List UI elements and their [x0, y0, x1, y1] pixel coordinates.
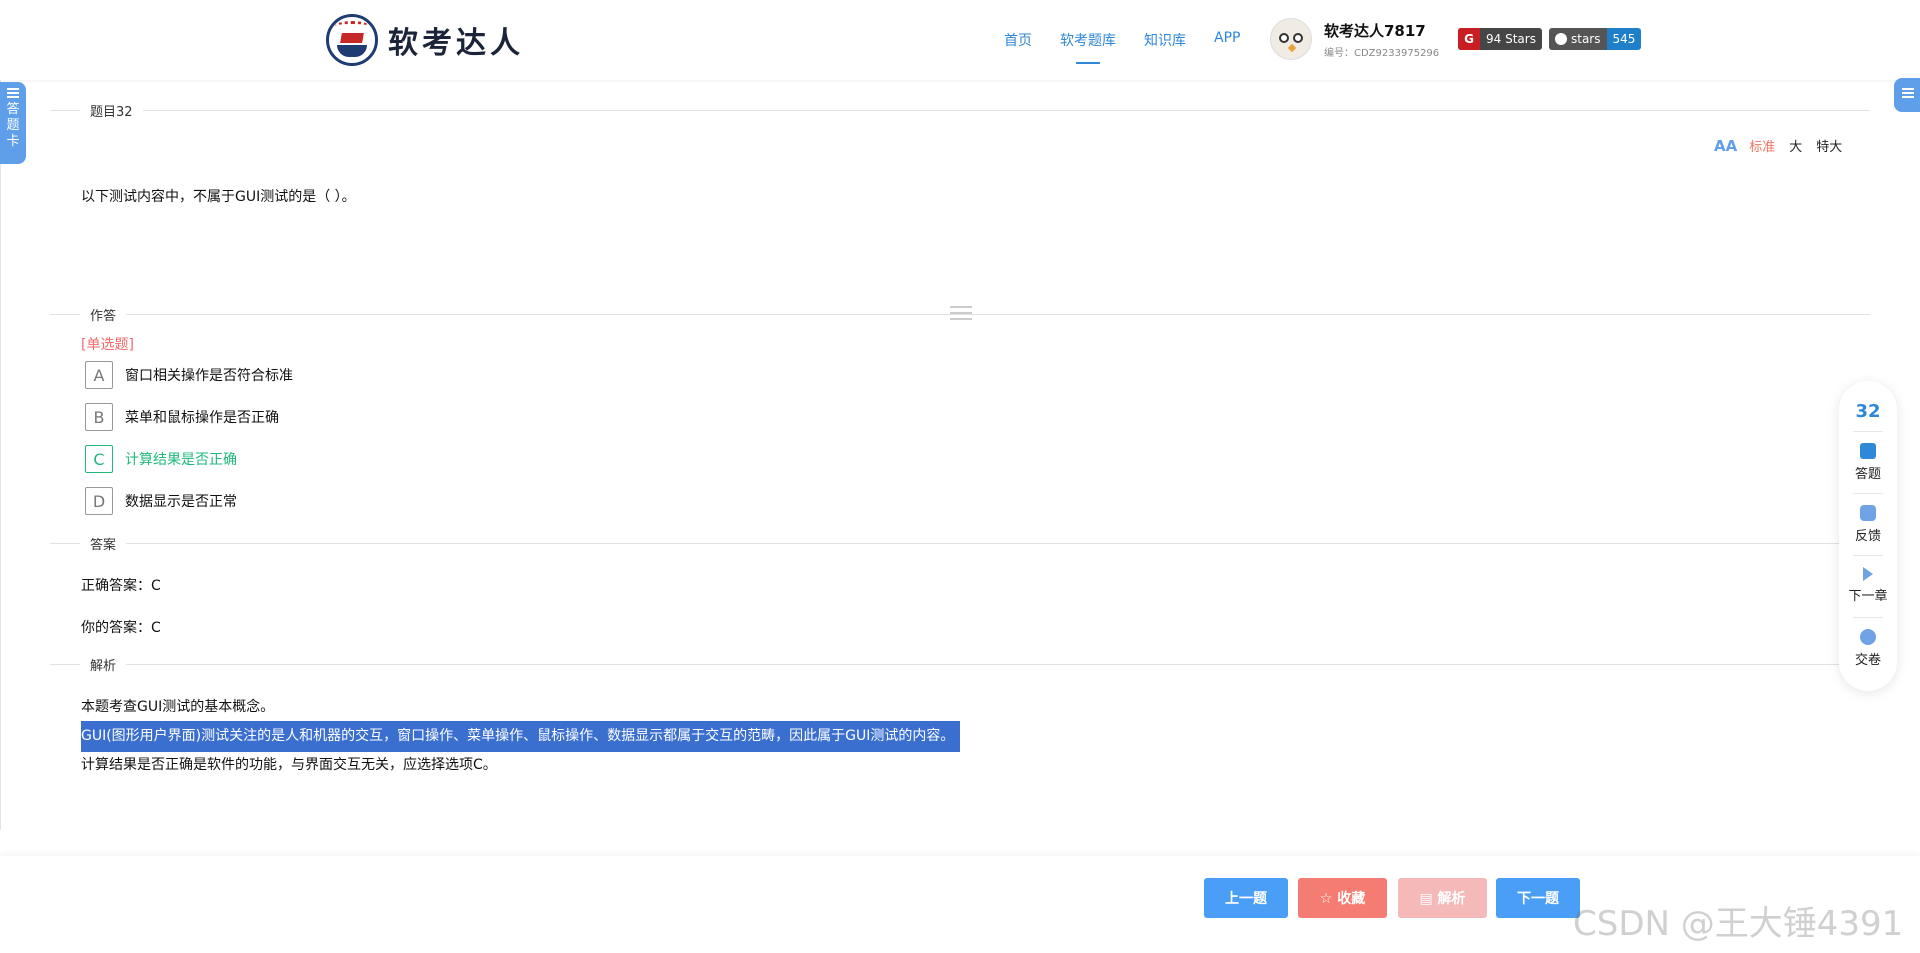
option-text: 数据显示是否正常 [125, 494, 237, 510]
nav-knowledge[interactable]: 知识库 [1144, 30, 1186, 50]
floating-toolbar: 32 答题 反馈 下一章 交卷 [1839, 381, 1897, 691]
feedback-button[interactable]: 反馈 [1839, 505, 1897, 544]
analysis-section-label: 解析 [80, 655, 127, 674]
question-text: 以下测试内容中，不属于GUI测试的是（ ）。 [81, 189, 356, 205]
analysis-line: 计算结果是否正确是软件的功能，与界面交互无关，应选择选项C。 [81, 757, 497, 773]
github-label: stars [1571, 32, 1601, 46]
answer-button[interactable]: 答题 [1839, 443, 1897, 482]
gitee-stars-badge[interactable]: G 94 Stars [1458, 28, 1542, 50]
submit-icon [1860, 629, 1876, 645]
question-type: [单选题] [81, 337, 134, 353]
answer-card-tab[interactable]: 答题卡 [0, 82, 26, 164]
option-a[interactable]: A 窗口相关操作是否符合标准 [85, 361, 293, 389]
divider [50, 664, 1870, 665]
option-c[interactable]: C 计算结果是否正确 [85, 445, 237, 473]
answer-card-label: 答题卡 [6, 102, 20, 149]
content-left-border [0, 80, 1, 830]
question-section-label: 题目32 [80, 101, 143, 120]
font-size-standard[interactable]: 标准 [1749, 136, 1775, 155]
nav-app[interactable]: APP [1214, 30, 1240, 50]
option-text: 计算结果是否正确 [125, 452, 237, 468]
avatar[interactable] [1270, 18, 1312, 60]
user-id: 编号：CDZ9233975296 [1324, 47, 1440, 59]
option-key: C [85, 445, 113, 473]
font-size-large[interactable]: 大 [1789, 136, 1802, 155]
prev-question-button[interactable]: 上一题 [1204, 878, 1288, 918]
nav-home[interactable]: 首页 [1004, 30, 1032, 50]
analysis-button[interactable]: ▤ 解析 [1398, 878, 1487, 918]
divider [50, 543, 1870, 544]
github-count: 545 [1606, 28, 1642, 50]
gitee-icon: G [1458, 28, 1480, 50]
current-question-number: 32 [1855, 401, 1881, 422]
right-menu-tab[interactable] [1894, 78, 1920, 112]
analysis-line: 本题考查GUI测试的基本概念。 [81, 699, 275, 715]
drag-handle[interactable] [950, 306, 972, 320]
next-chapter-icon [1863, 567, 1873, 581]
font-size-switcher: AA 标准 大 特大 [1714, 136, 1856, 156]
nav-question-bank[interactable]: 软考题库 [1060, 30, 1116, 64]
user-name: 软考达人7817 [1324, 21, 1426, 40]
answer-icon [1860, 443, 1876, 459]
favorite-button[interactable]: ☆ 收藏 [1298, 878, 1387, 918]
next-chapter-button[interactable]: 下一章 [1839, 567, 1897, 604]
menu-icon [1902, 88, 1914, 98]
correct-answer: 正确答案：C [81, 578, 161, 594]
font-size-xlarge[interactable]: 特大 [1816, 136, 1842, 155]
github-stars-badge[interactable]: stars 545 [1549, 28, 1642, 50]
next-question-button[interactable]: 下一题 [1496, 878, 1580, 918]
analysis-line-selected: GUI(图形用户界面)测试关注的是人和机器的交互，窗口操作、菜单操作、鼠标操作、… [81, 721, 961, 752]
option-key: D [85, 487, 113, 515]
logo-text: 软考达人 [388, 26, 524, 61]
option-d[interactable]: D 数据显示是否正常 [85, 487, 237, 515]
option-key: A [85, 361, 113, 389]
answer-label: 答题 [1854, 467, 1881, 482]
main-nav: 首页 软考题库 知识库 APP [1004, 30, 1268, 64]
feedback-label: 反馈 [1854, 529, 1881, 544]
option-text: 窗口相关操作是否符合标准 [125, 368, 293, 384]
site-logo[interactable]: 软考达人 [326, 14, 524, 66]
option-text: 菜单和鼠标操作是否正确 [125, 410, 279, 426]
option-b[interactable]: B 菜单和鼠标操作是否正确 [85, 403, 279, 431]
top-header: 软考达人 首页 软考题库 知识库 APP 软考达人7817 编号：CDZ9233… [0, 0, 1920, 80]
next-chapter-label: 下一章 [1848, 589, 1888, 604]
submit-button[interactable]: 交卷 [1839, 629, 1897, 668]
gitee-stars-text: 94 Stars [1486, 32, 1536, 46]
menu-icon [7, 88, 19, 98]
github-icon [1555, 33, 1567, 45]
submit-label: 交卷 [1854, 653, 1881, 668]
logo-icon [326, 14, 378, 66]
analysis-text: 本题考查GUI测试的基本概念。 GUI(图形用户界面)测试关注的是人和机器的交互… [81, 694, 961, 779]
feedback-icon [1860, 505, 1876, 521]
answer-section-label: 作答 [80, 305, 127, 324]
font-size-icon: AA [1714, 136, 1738, 155]
watermark: CSDN @王大锤4391 [1573, 904, 1904, 944]
result-section-label: 答案 [80, 534, 127, 553]
your-answer: 你的答案：C [81, 620, 161, 636]
user-profile[interactable]: 软考达人7817 编号：CDZ9233975296 [1270, 18, 1439, 60]
option-key: B [85, 403, 113, 431]
divider [50, 110, 1870, 111]
